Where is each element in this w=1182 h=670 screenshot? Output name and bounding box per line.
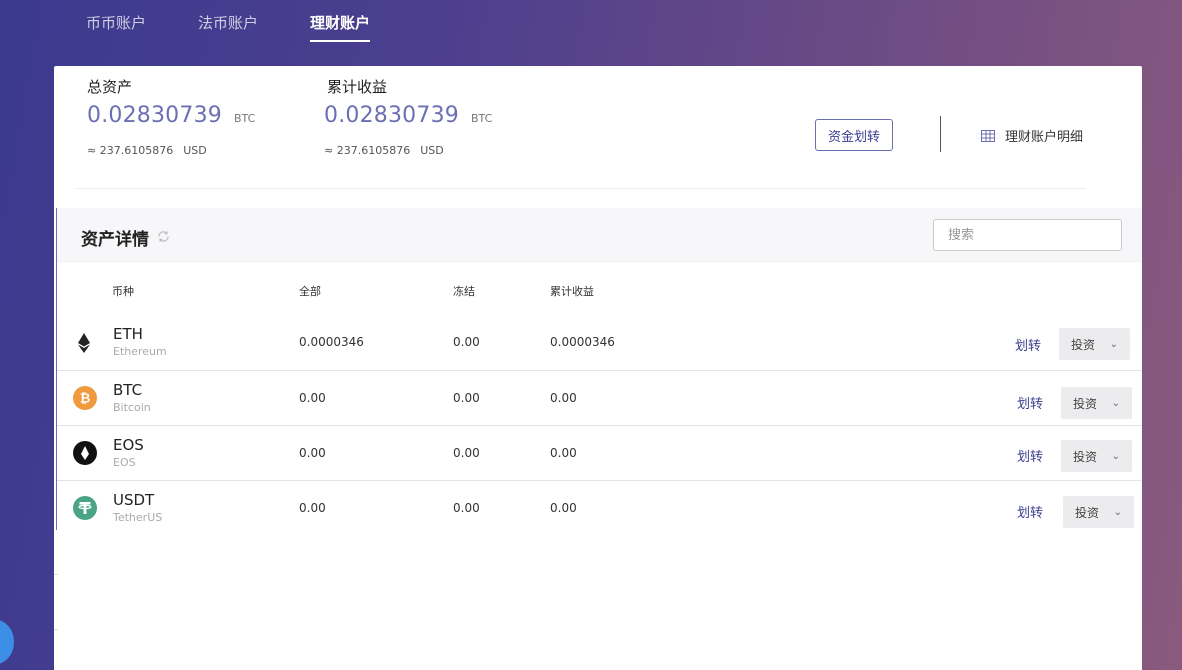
- account-tabs: 币币账户 法币账户 理财账户: [68, 0, 404, 48]
- column-header-currency: 币种: [112, 285, 134, 298]
- invest-label: 投资: [1073, 396, 1098, 411]
- eth-icon: [78, 333, 90, 353]
- refresh-icon[interactable]: [157, 230, 170, 243]
- asset-details-title: 资产详情: [81, 230, 149, 250]
- cell-frozen: 0.00: [453, 446, 480, 460]
- details-link-label: 理财账户明细: [1005, 130, 1084, 145]
- total-assets-unit: BTC: [233, 112, 256, 125]
- table-icon: [981, 129, 995, 142]
- divider-tick: [54, 629, 58, 630]
- divider-tick: [54, 574, 58, 575]
- total-assets: 总资产 0.02830739 BTC ≈ 237.6105876 USD: [87, 76, 255, 157]
- earnings-usd-unit: USD: [420, 144, 444, 157]
- eos-icon: [73, 441, 97, 465]
- cell-earnings: 0.0000346: [550, 335, 615, 349]
- cell-earnings: 0.00: [550, 501, 577, 515]
- wealth-account-card: 总资产 0.02830739 BTC ≈ 237.6105876 USD 累计收益…: [54, 66, 1142, 670]
- table-row: ETH Ethereum 0.0000346 0.00 0.0000346 划转…: [57, 315, 1142, 370]
- wealth-account-details-link[interactable]: 理财账户明细: [981, 126, 1083, 145]
- total-assets-value: 0.02830739: [87, 103, 222, 128]
- tab-spot-account[interactable]: 币币账户: [68, 0, 164, 44]
- cell-earnings: 0.00: [550, 391, 577, 405]
- cell-total: 0.00: [299, 501, 326, 515]
- usdt-icon: [73, 496, 97, 520]
- invest-label: 投资: [1075, 505, 1100, 520]
- transfer-link[interactable]: 划转: [1017, 446, 1043, 465]
- cumulative-earnings: 累计收益 0.02830739 BTC ≈ 237.6105876 USD: [324, 76, 492, 157]
- total-assets-usd: ≈ 237.6105876: [87, 144, 174, 157]
- transfer-link[interactable]: 划转: [1017, 393, 1043, 412]
- coin-symbol: ETH: [113, 325, 143, 343]
- table-row: EOS EOS 0.00 0.00 0.00 划转 投资 ⌄: [57, 425, 1142, 480]
- tab-fiat-account[interactable]: 法币账户: [180, 0, 276, 44]
- total-assets-label: 总资产: [87, 78, 133, 96]
- fund-transfer-button[interactable]: 资金划转: [815, 119, 893, 151]
- summary-divider: [76, 188, 1086, 189]
- cell-earnings: 0.00: [550, 446, 577, 460]
- asset-search-input[interactable]: [933, 219, 1122, 251]
- table-row: USDT TetherUS 0.00 0.00 0.00 划转 投资 ⌄: [57, 480, 1142, 535]
- invest-dropdown[interactable]: 投资 ⌄: [1061, 440, 1132, 472]
- cell-frozen: 0.00: [453, 335, 480, 349]
- invest-label: 投资: [1071, 337, 1096, 352]
- chevron-down-icon: ⌄: [1113, 506, 1122, 518]
- coin-symbol: USDT: [113, 491, 155, 509]
- column-header-total: 全部: [299, 285, 321, 298]
- floating-help-button[interactable]: [0, 620, 14, 664]
- tab-wealth-account[interactable]: 理财账户: [292, 0, 388, 44]
- asset-details-section: 资产详情 币种 全部 冻结 累计收益 ETH Ethereum 0.000034…: [56, 208, 1142, 530]
- total-assets-usd-unit: USD: [183, 144, 207, 157]
- cell-total: 0.0000346: [299, 335, 364, 349]
- invest-label: 投资: [1073, 449, 1098, 464]
- cell-frozen: 0.00: [453, 391, 480, 405]
- divider-vertical: [940, 116, 941, 152]
- table-row: ₿ BTC Bitcoin 0.00 0.00 0.00 划转 投资 ⌄: [57, 370, 1142, 425]
- cell-total: 0.00: [299, 391, 326, 405]
- coin-name: Ethereum: [113, 345, 167, 358]
- transfer-link[interactable]: 划转: [1017, 502, 1043, 521]
- earnings-label: 累计收益: [327, 78, 388, 96]
- svg-text:₿: ₿: [80, 392, 91, 407]
- chevron-down-icon: ⌄: [1111, 450, 1120, 462]
- earnings-usd: ≈ 237.6105876: [324, 144, 411, 157]
- account-summary: 总资产 0.02830739 BTC ≈ 237.6105876 USD 累计收益…: [54, 66, 1142, 188]
- cell-total: 0.00: [299, 446, 326, 460]
- earnings-value: 0.02830739: [324, 103, 459, 128]
- btc-icon: ₿: [73, 386, 97, 410]
- coin-symbol: EOS: [113, 436, 144, 454]
- invest-dropdown[interactable]: 投资 ⌄: [1059, 328, 1130, 360]
- column-header-frozen: 冻结: [453, 285, 475, 298]
- coin-name: EOS: [113, 456, 136, 469]
- coin-name: Bitcoin: [113, 401, 151, 414]
- asset-details-header: 资产详情: [57, 208, 1142, 262]
- invest-dropdown[interactable]: 投资 ⌄: [1063, 496, 1134, 528]
- chevron-down-icon: ⌄: [1111, 397, 1120, 409]
- earnings-unit: BTC: [470, 112, 493, 125]
- column-header-earnings: 累计收益: [550, 285, 594, 298]
- chevron-down-icon: ⌄: [1109, 338, 1118, 350]
- coin-symbol: BTC: [113, 381, 143, 399]
- cell-frozen: 0.00: [453, 501, 480, 515]
- invest-dropdown[interactable]: 投资 ⌄: [1061, 387, 1132, 419]
- transfer-link[interactable]: 划转: [1015, 335, 1041, 354]
- coin-name: TetherUS: [113, 511, 163, 524]
